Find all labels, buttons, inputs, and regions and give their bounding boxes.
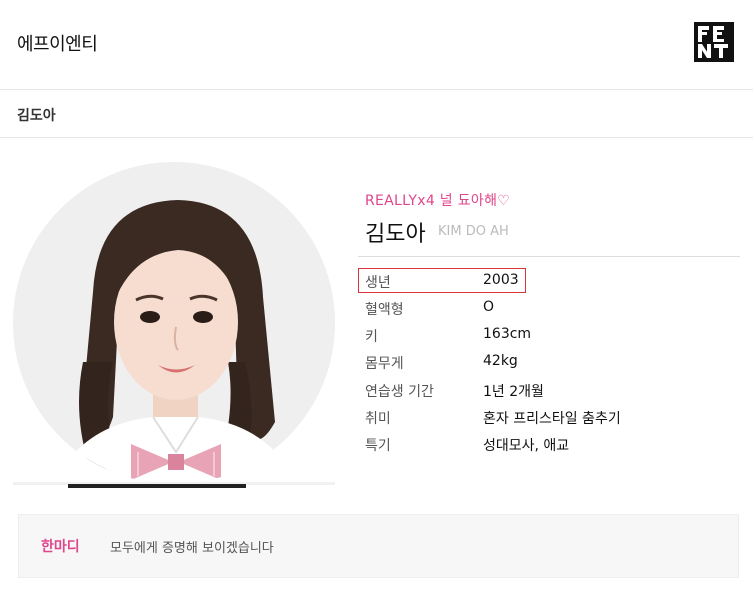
- catchphrase: REALLYx4 널 됴아해♡: [365, 193, 511, 209]
- profile-photo: [13, 162, 335, 484]
- profile-label: 혈액형: [365, 302, 404, 318]
- profile-value: 1년 2개월: [483, 384, 544, 400]
- trainee-name-en: KIM DO AH: [438, 224, 509, 239]
- photo-baseline-accent: [68, 484, 246, 488]
- agency-name[interactable]: 에프이엔티: [17, 30, 98, 56]
- profile-value: 42kg: [483, 353, 518, 369]
- profile-label: 취미: [365, 411, 391, 427]
- profile-value: 성대모사, 애교: [483, 438, 570, 454]
- breadcrumb: 김도아: [0, 90, 753, 138]
- profile-value: 혼자 프리스타일 춤추기: [483, 411, 621, 427]
- profile-label: 생년: [365, 275, 391, 291]
- profile-value: 2003: [483, 272, 519, 288]
- profile-label: 연습생 기간: [365, 384, 434, 400]
- profile-label: 특기: [365, 438, 391, 454]
- comment-box: 한마디 모두에게 증명해 보이겠습니다: [18, 514, 739, 578]
- page-header: 에프이엔티: [0, 0, 753, 90]
- comment-label: 한마디: [41, 539, 80, 555]
- trainee-name-ko: 김도아: [365, 222, 426, 247]
- profile-value: 163cm: [483, 326, 532, 342]
- fnt-logo-icon[interactable]: [694, 22, 734, 62]
- profile-label: 키: [365, 329, 378, 345]
- profile-divider: [358, 256, 740, 257]
- profile-label: 몸무게: [365, 356, 404, 372]
- comment-text: 모두에게 증명해 보이겠습니다: [110, 541, 274, 556]
- breadcrumb-current: 김도아: [17, 108, 56, 124]
- profile-value: O: [483, 299, 495, 315]
- portrait-illustration: [13, 162, 335, 484]
